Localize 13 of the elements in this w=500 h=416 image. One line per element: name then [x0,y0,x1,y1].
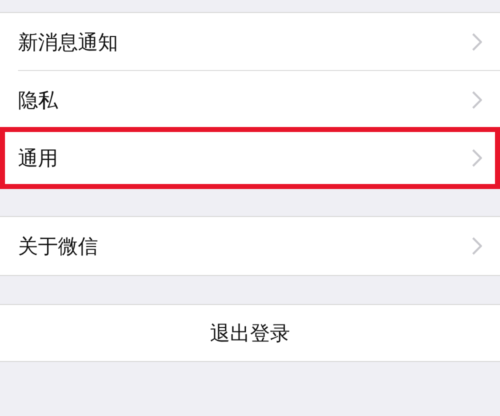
settings-row[interactable]: 新消息通知 [0,13,500,71]
chevron-icon [472,237,482,255]
chevron-icon [472,91,482,109]
settings-row[interactable]: 关于微信 [0,217,500,275]
settings-row[interactable]: 通用 [2,129,498,187]
row-label: 关于微信 [18,232,98,260]
row-label: 新消息通知 [18,28,118,56]
row-label: 隐私 [18,86,58,114]
chevron-icon [472,149,482,167]
chevron-icon [472,33,482,51]
row-label: 通用 [18,144,58,172]
settings-row[interactable]: 隐私 [0,71,500,129]
logout-button[interactable]: 退出登录 [0,304,500,362]
